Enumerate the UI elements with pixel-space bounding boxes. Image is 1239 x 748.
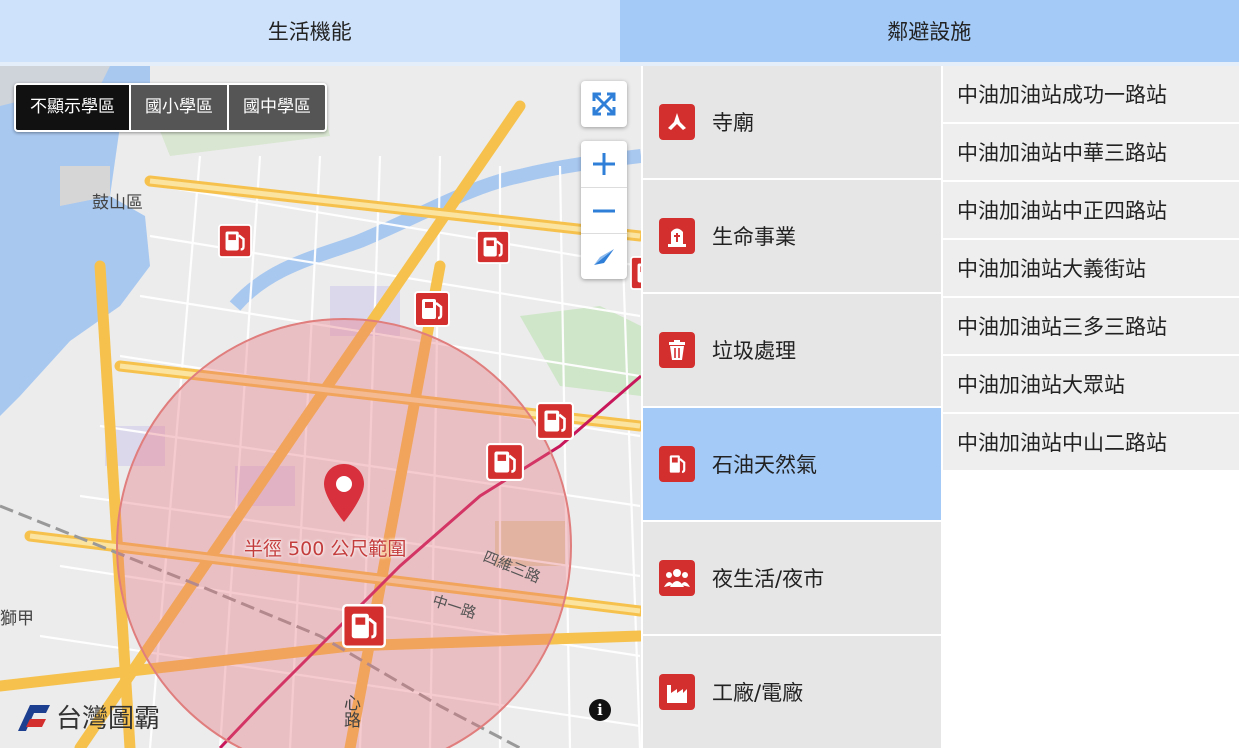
category-temple[interactable]: 寺廟 bbox=[643, 66, 941, 178]
compass-button[interactable] bbox=[581, 233, 627, 279]
people-icon bbox=[659, 560, 695, 596]
temple-icon bbox=[659, 104, 695, 140]
category-petroleum-gas[interactable]: 石油天然氣 bbox=[643, 408, 941, 520]
list-item[interactable]: 中油加油站大義街站 bbox=[943, 240, 1239, 296]
list-item[interactable]: 中油加油站三多三路站 bbox=[943, 298, 1239, 354]
map-logo: 台灣圖霸 bbox=[16, 698, 160, 735]
list-item[interactable]: 中油加油站成功一路站 bbox=[943, 66, 1239, 122]
list-item[interactable]: 中油加油站中山二路站 bbox=[943, 414, 1239, 470]
logo-mark-icon bbox=[18, 704, 50, 731]
gas-station-marker-icon[interactable] bbox=[342, 604, 386, 648]
category-nightlife[interactable]: 夜生活/夜市 bbox=[643, 522, 941, 634]
info-icon[interactable]: i bbox=[589, 699, 611, 721]
category-list: 寺廟 生命事業 垃圾處理 石油天然氣 夜生活/夜市 工廠/電廠 bbox=[643, 66, 941, 748]
hide-school-district-button[interactable]: 不顯示學區 bbox=[16, 85, 131, 130]
fullscreen-icon bbox=[592, 92, 616, 116]
radius-label: 半徑 500 公尺範圍 bbox=[244, 538, 407, 560]
district-label: 鼓山區 bbox=[92, 193, 143, 213]
tab-nimby-facilities[interactable]: 鄰避設施 bbox=[619, 0, 1239, 62]
zoom-control bbox=[581, 141, 627, 279]
gas-station-marker-icon[interactable] bbox=[414, 291, 450, 327]
gas-station-icon bbox=[659, 446, 695, 482]
compass-icon bbox=[594, 248, 614, 265]
gas-station-marker-icon[interactable] bbox=[486, 443, 524, 481]
logo-text: 台灣圖霸 bbox=[56, 704, 161, 734]
road-label: 心路 bbox=[340, 694, 360, 728]
map-view[interactable]: 鼓山區 獅甲 四維三路 中一路 心路 半徑 500 公尺範圍 不顯示學區 國小學… bbox=[0, 66, 641, 748]
category-factory[interactable]: 工廠/電廠 bbox=[643, 636, 941, 748]
category-label: 垃圾處理 bbox=[712, 339, 796, 363]
location-pin-icon[interactable] bbox=[321, 462, 367, 524]
zoom-out-button[interactable] bbox=[581, 187, 627, 233]
list-item[interactable]: 中油加油站中華三路站 bbox=[943, 124, 1239, 180]
trash-icon bbox=[659, 332, 695, 368]
memorial-icon bbox=[659, 218, 695, 254]
fullscreen-button[interactable] bbox=[581, 81, 627, 127]
factory-icon bbox=[659, 674, 695, 710]
zoom-in-button[interactable] bbox=[581, 141, 627, 187]
category-label: 夜生活/夜市 bbox=[712, 567, 825, 591]
gas-station-marker-icon[interactable] bbox=[476, 230, 510, 264]
gas-station-marker-icon[interactable] bbox=[536, 402, 574, 440]
category-label: 工廠/電廠 bbox=[712, 681, 804, 705]
tab-bar: 生活機能 鄰避設施 bbox=[0, 0, 1239, 62]
category-memorial[interactable]: 生命事業 bbox=[643, 180, 941, 292]
list-item[interactable]: 中油加油站中正四路站 bbox=[943, 182, 1239, 238]
category-waste[interactable]: 垃圾處理 bbox=[643, 294, 941, 406]
category-label: 石油天然氣 bbox=[712, 453, 817, 477]
category-label: 寺廟 bbox=[712, 111, 754, 135]
gas-station-marker-icon[interactable] bbox=[630, 256, 641, 290]
junior-high-district-button[interactable]: 國中學區 bbox=[229, 85, 325, 130]
fullscreen-control bbox=[581, 81, 627, 127]
tab-living-functions[interactable]: 生活機能 bbox=[0, 0, 620, 62]
category-label: 生命事業 bbox=[712, 225, 796, 249]
elementary-school-district-button[interactable]: 國小學區 bbox=[131, 85, 229, 130]
school-district-toggle: 不顯示學區 國小學區 國中學區 bbox=[14, 83, 327, 132]
gas-station-marker-icon[interactable] bbox=[218, 224, 252, 258]
plus-icon bbox=[593, 153, 615, 175]
list-item[interactable]: 中油加油站大眾站 bbox=[943, 356, 1239, 412]
minus-icon bbox=[593, 209, 615, 212]
edge-place-label: 獅甲 bbox=[0, 609, 34, 629]
